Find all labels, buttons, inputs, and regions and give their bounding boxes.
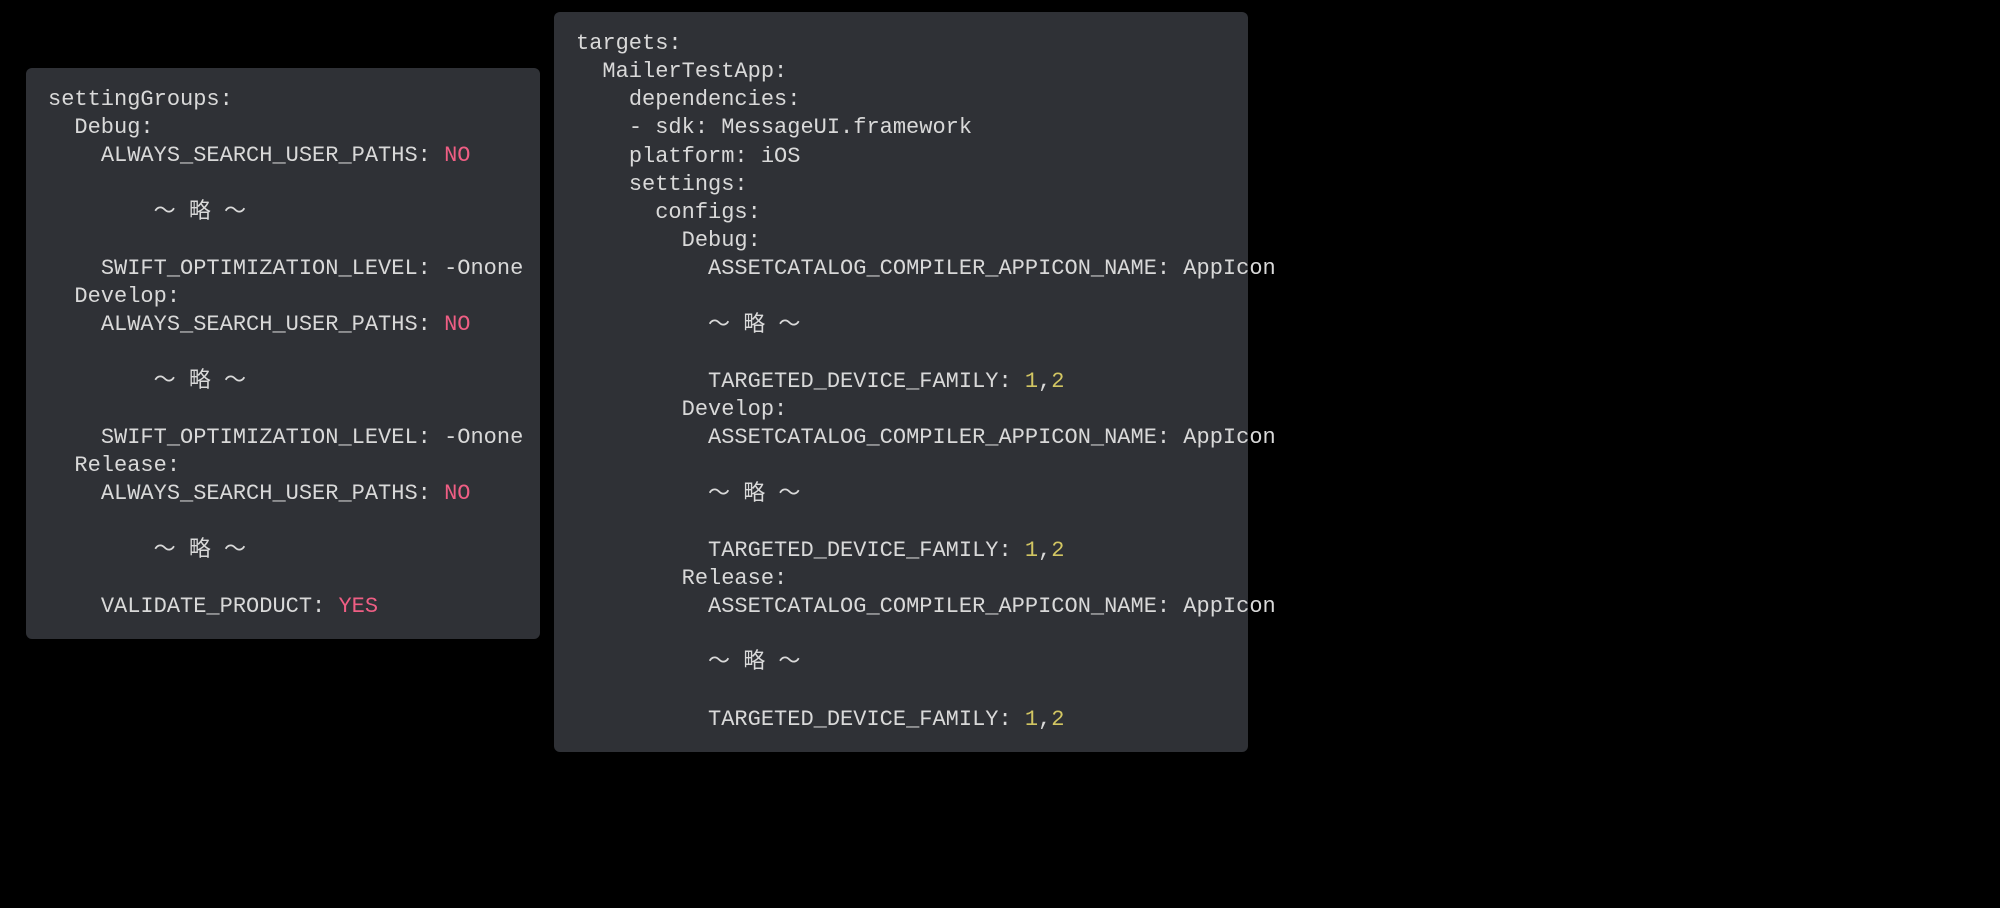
code-token: ASSETCATALOG_COMPILER_APPICON_NAME: AppI…	[708, 594, 1276, 619]
code-token: ALWAYS_SEARCH_USER_PATHS:	[101, 481, 444, 506]
code-line	[576, 509, 1226, 537]
code-line	[48, 508, 518, 536]
code-token: ALWAYS_SEARCH_USER_PATHS:	[101, 143, 444, 168]
code-token: TARGETED_DEVICE_FAMILY:	[708, 369, 1025, 394]
code-line: platform: iOS	[576, 143, 1226, 171]
code-line: 〜 略 〜	[48, 199, 518, 227]
code-block-right: targets: MailerTestApp: dependencies: - …	[554, 12, 1248, 752]
code-token: platform: iOS	[629, 144, 801, 169]
code-token: Develop:	[74, 284, 180, 309]
code-token: TARGETED_DEVICE_FAMILY:	[708, 707, 1025, 732]
code-line: ALWAYS_SEARCH_USER_PATHS: NO	[48, 480, 518, 508]
code-token: NO	[444, 481, 470, 506]
code-line: 〜 略 〜	[48, 537, 518, 565]
code-token: targets:	[576, 31, 682, 56]
code-line	[576, 340, 1226, 368]
code-line: 〜 略 〜	[48, 368, 518, 396]
code-token: 2	[1051, 369, 1064, 394]
code-line: ALWAYS_SEARCH_USER_PATHS: NO	[48, 142, 518, 170]
code-line: configs:	[576, 199, 1226, 227]
code-token: 〜 略 〜	[708, 650, 800, 675]
code-line: SWIFT_OPTIMIZATION_LEVEL: -Onone	[48, 424, 518, 452]
code-token: 〜 略 〜	[154, 200, 246, 225]
code-line	[48, 339, 518, 367]
code-line: Debug:	[48, 114, 518, 142]
code-token: 〜 略 〜	[154, 369, 246, 394]
code-line	[48, 565, 518, 593]
code-token: settings:	[629, 172, 748, 197]
code-token: NO	[444, 312, 470, 337]
code-token: configs:	[655, 200, 761, 225]
code-token: dependencies:	[629, 87, 801, 112]
code-token: VALIDATE_PRODUCT:	[101, 594, 339, 619]
code-token: Debug:	[682, 228, 761, 253]
code-token: YES	[338, 594, 378, 619]
code-line	[576, 678, 1226, 706]
code-token: 〜 略 〜	[154, 538, 246, 563]
code-line: MailerTestApp:	[576, 58, 1226, 86]
code-block-left: settingGroups: Debug: ALWAYS_SEARCH_USER…	[26, 68, 540, 639]
code-line	[48, 396, 518, 424]
code-token: ALWAYS_SEARCH_USER_PATHS:	[101, 312, 444, 337]
code-line: SWIFT_OPTIMIZATION_LEVEL: -Onone	[48, 255, 518, 283]
code-line: 〜 略 〜	[576, 481, 1226, 509]
code-line: Develop:	[576, 396, 1226, 424]
code-token: 2	[1051, 538, 1064, 563]
code-token: SWIFT_OPTIMIZATION_LEVEL: -Onone	[101, 256, 523, 281]
code-line	[576, 283, 1226, 311]
code-line: ASSETCATALOG_COMPILER_APPICON_NAME: AppI…	[576, 593, 1226, 621]
code-token: Release:	[682, 566, 788, 591]
code-token: 〜 略 〜	[708, 313, 800, 338]
code-token: Develop:	[682, 397, 788, 422]
code-token: ASSETCATALOG_COMPILER_APPICON_NAME: AppI…	[708, 256, 1276, 281]
code-token: ,	[1038, 538, 1051, 563]
code-line: ASSETCATALOG_COMPILER_APPICON_NAME: AppI…	[576, 424, 1226, 452]
code-line: settings:	[576, 171, 1226, 199]
code-token: 1	[1025, 707, 1038, 732]
code-line	[576, 452, 1226, 480]
code-token: 2	[1051, 707, 1064, 732]
code-line: TARGETED_DEVICE_FAMILY: 1,2	[576, 368, 1226, 396]
code-line: TARGETED_DEVICE_FAMILY: 1,2	[576, 706, 1226, 734]
code-token: TARGETED_DEVICE_FAMILY:	[708, 538, 1025, 563]
code-line: Release:	[576, 565, 1226, 593]
code-line: ASSETCATALOG_COMPILER_APPICON_NAME: AppI…	[576, 255, 1226, 283]
code-token: Release:	[74, 453, 180, 478]
code-token: settingGroups:	[48, 87, 233, 112]
code-token: NO	[444, 143, 470, 168]
code-token: ,	[1038, 369, 1051, 394]
code-token: ,	[1038, 707, 1051, 732]
code-line: 〜 略 〜	[576, 649, 1226, 677]
code-line	[48, 170, 518, 198]
code-token: - sdk: MessageUI.framework	[629, 115, 972, 140]
code-token: 1	[1025, 538, 1038, 563]
code-line: VALIDATE_PRODUCT: YES	[48, 593, 518, 621]
code-line: targets:	[576, 30, 1226, 58]
code-line: 〜 略 〜	[576, 312, 1226, 340]
code-line: Develop:	[48, 283, 518, 311]
code-line: Release:	[48, 452, 518, 480]
code-token: ASSETCATALOG_COMPILER_APPICON_NAME: AppI…	[708, 425, 1276, 450]
code-line: Debug:	[576, 227, 1226, 255]
code-token: SWIFT_OPTIMIZATION_LEVEL: -Onone	[101, 425, 523, 450]
code-token: MailerTestApp:	[602, 59, 787, 84]
code-line: TARGETED_DEVICE_FAMILY: 1,2	[576, 537, 1226, 565]
code-line: settingGroups:	[48, 86, 518, 114]
code-line	[576, 621, 1226, 649]
code-line: dependencies:	[576, 86, 1226, 114]
code-token: 1	[1025, 369, 1038, 394]
code-token: 〜 略 〜	[708, 482, 800, 507]
code-line: ALWAYS_SEARCH_USER_PATHS: NO	[48, 311, 518, 339]
code-line: - sdk: MessageUI.framework	[576, 114, 1226, 142]
code-token: Debug:	[74, 115, 153, 140]
code-line	[48, 227, 518, 255]
